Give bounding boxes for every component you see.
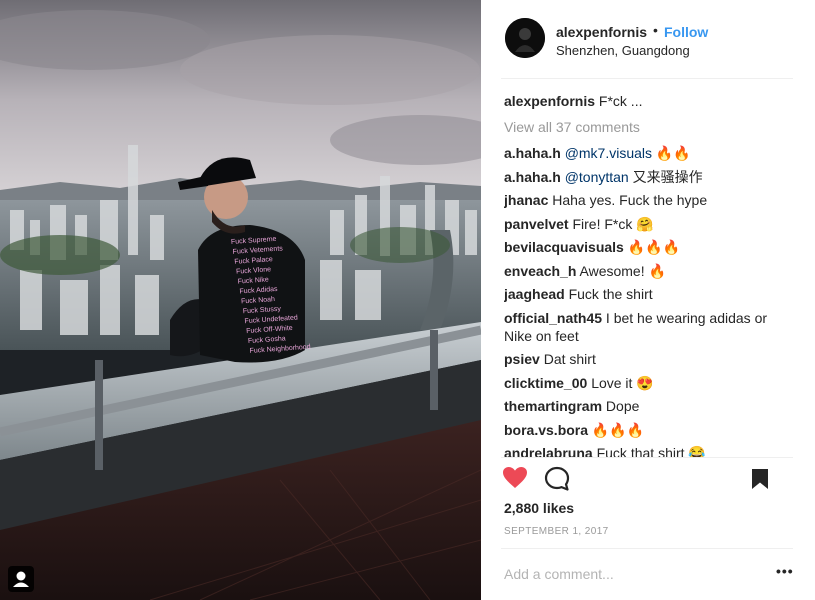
comment-username[interactable]: panvelvet xyxy=(504,216,569,232)
post-sidebar: alexpenfornis • Follow Shenzhen, Guangdo… xyxy=(481,0,815,600)
person-icon[interactable] xyxy=(8,566,34,592)
footer-divider xyxy=(501,548,793,549)
post-header: alexpenfornis • Follow Shenzhen, Guangdo… xyxy=(481,0,815,78)
view-all-comments-link[interactable]: View all 37 comments xyxy=(504,118,794,136)
comment-item: psiev Dat shirt xyxy=(504,350,794,368)
header-divider xyxy=(501,78,793,79)
caption: alexpenfornis F*ck ... xyxy=(504,92,794,110)
comment-text: Fire! F*ck 🤗 xyxy=(572,215,654,232)
follow-button[interactable]: Follow xyxy=(664,24,708,40)
caption-text: F*ck ... xyxy=(598,93,643,109)
comments-list[interactable]: alexpenfornis F*ck ... View all 37 comme… xyxy=(504,92,794,457)
post-photo[interactable]: Fuck Supreme Fuck Vetements Fuck Palace … xyxy=(0,0,481,600)
comment-username[interactable]: psiev xyxy=(504,351,540,367)
comment-text: Awesome! 🔥 xyxy=(579,262,666,279)
comment-item: andrelabruna Fuck that shirt 😂 xyxy=(504,444,794,457)
action-bar xyxy=(501,465,801,495)
location-link[interactable]: Shenzhen, Guangdong xyxy=(556,43,690,58)
comment-username[interactable]: a.haha.h xyxy=(504,169,561,185)
comment-text: 🔥🔥🔥 xyxy=(627,239,681,255)
comment-text: Dat shirt xyxy=(543,351,596,367)
comment-text: Haha yes. Fuck the hype xyxy=(552,192,708,208)
comment-text: @mk7.visuals 🔥🔥 xyxy=(564,145,691,161)
comment-item: bevilacquavisuals 🔥🔥🔥 xyxy=(504,238,794,256)
speech-bubble-icon[interactable] xyxy=(544,466,570,497)
bookmark-icon[interactable] xyxy=(751,468,769,495)
comment-item: themartingram Dope xyxy=(504,397,794,415)
mention-link[interactable]: @tonyttan xyxy=(565,169,629,185)
comment-text: 🔥🔥🔥 xyxy=(591,421,645,438)
comment-item: clicktime_00 Love it 😍 xyxy=(504,374,794,392)
more-options-button[interactable]: ••• xyxy=(776,563,794,579)
avatar[interactable] xyxy=(505,18,545,58)
comment-item: a.haha.h @tonyttan 又来骚操作 xyxy=(504,168,794,186)
comment-username[interactable]: enveach_h xyxy=(504,263,576,279)
comment-username[interactable]: official_nath45 xyxy=(504,310,602,326)
comment-item: official_nath45 I bet he wearing adidas … xyxy=(504,309,794,345)
comment-item: a.haha.h @mk7.visuals 🔥🔥 xyxy=(504,144,794,162)
comment-username[interactable]: a.haha.h xyxy=(504,145,561,161)
separator-dot: • xyxy=(653,22,658,38)
author-username[interactable]: alexpenfornis xyxy=(556,24,647,40)
mention-link[interactable]: @mk7.visuals xyxy=(565,145,652,161)
comment-username[interactable]: andrelabruna xyxy=(504,445,593,457)
comment-username[interactable]: bora.vs.bora xyxy=(504,422,588,438)
comment-username[interactable]: jaaghead xyxy=(504,286,565,302)
heart-icon[interactable] xyxy=(502,466,528,495)
likes-count[interactable]: 2,880 likes xyxy=(504,500,574,516)
comment-text: Love it 😍 xyxy=(591,374,654,391)
comment-item: enveach_h Awesome! 🔥 xyxy=(504,262,794,280)
comments-divider xyxy=(501,457,793,458)
caption-username[interactable]: alexpenfornis xyxy=(504,93,595,109)
comment-text: Fuck the shirt xyxy=(568,286,653,302)
comment-item: bora.vs.bora 🔥🔥🔥 xyxy=(504,421,794,439)
comment-username[interactable]: bevilacquavisuals xyxy=(504,239,624,255)
comment-item: jhanac Haha yes. Fuck the hype xyxy=(504,191,794,209)
comment-username[interactable]: themartingram xyxy=(504,398,602,414)
rooftop-city-photo: Fuck Supreme Fuck Vetements Fuck Palace … xyxy=(0,0,481,600)
comment-text: Dope xyxy=(605,398,640,414)
add-comment-input[interactable]: Add a comment... xyxy=(504,566,614,582)
comment-username[interactable]: jhanac xyxy=(504,192,548,208)
comment-text: Fuck that shirt 😂 xyxy=(596,445,706,457)
comment-item: panvelvet Fire! F*ck 🤗 xyxy=(504,215,794,233)
post-date: SEPTEMBER 1, 2017 xyxy=(504,526,609,537)
comment-text: @tonyttan 又来骚操作 xyxy=(564,168,703,185)
comment-item: jaaghead Fuck the shirt xyxy=(504,285,794,303)
comment-username[interactable]: clicktime_00 xyxy=(504,375,587,391)
